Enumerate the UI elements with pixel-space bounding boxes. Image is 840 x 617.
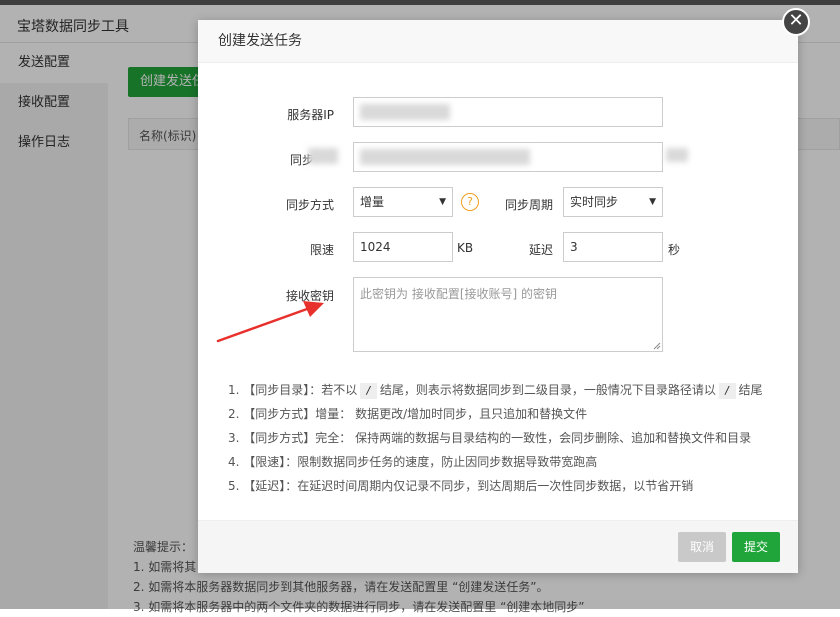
server-ip-input[interactable] bbox=[353, 97, 663, 127]
note-item: 2. 【同步方式】增量： 数据更改/增加时同步，且只追加和替换文件 bbox=[228, 407, 588, 421]
redacted-path bbox=[360, 149, 530, 165]
slash-code: / bbox=[718, 383, 736, 399]
delay-input[interactable]: 3 bbox=[563, 232, 663, 262]
create-task-dialog: 创建发送任务 服务器IP 同步 同步方式 增量 ▼ ? 同步周期 实时同步 ▼ … bbox=[198, 20, 798, 573]
dialog-footer: 取消 提交 bbox=[198, 520, 798, 573]
caret-down-icon: ▼ bbox=[439, 197, 446, 207]
submit-button[interactable]: 提交 bbox=[732, 532, 781, 562]
redacted-ip bbox=[360, 104, 450, 120]
help-notes: 1. 【同步目录】：若不以 / 结尾，则表示将数据同步到二级目录，一般情况下目录路径… bbox=[228, 378, 763, 498]
receive-key-textarea[interactable]: 此密钥为 接收配置[接收账号] 的密钥 bbox=[353, 277, 663, 352]
note-item: 4. 【限速】：限制数据同步任务的速度，防止因同步数据导致带宽跑高 bbox=[228, 455, 598, 469]
redacted-label bbox=[308, 148, 338, 164]
speed-limit-label: 限速 bbox=[309, 243, 334, 257]
note-item: 5. 【延迟】：在延迟时间周期内仅记录不同步，到达周期后一次性同步数据，以节省开… bbox=[228, 479, 694, 493]
question-circle-icon[interactable]: ? bbox=[461, 193, 479, 211]
dialog-title: 创建发送任务 bbox=[198, 20, 798, 63]
sync-mode-label: 同步方式 bbox=[285, 198, 334, 212]
sync-mode-select[interactable]: 增量 ▼ bbox=[353, 187, 453, 217]
delay-label: 延迟 bbox=[528, 243, 553, 257]
sync-period-select[interactable]: 实时同步 ▼ bbox=[563, 187, 663, 217]
sync-mode-value: 增量 bbox=[360, 195, 385, 209]
resize-handle-icon[interactable] bbox=[653, 342, 661, 350]
close-icon[interactable]: ✕ bbox=[782, 8, 810, 36]
caret-down-icon: ▼ bbox=[649, 197, 656, 207]
speed-limit-input[interactable]: 1024 bbox=[353, 232, 453, 262]
note-item: 3. 【同步方式】完全： 保持两端的数据与目录结构的一致性，会同步删除、追加和替… bbox=[228, 431, 752, 445]
speed-unit: KB bbox=[457, 241, 474, 255]
red-arrow-annotation bbox=[216, 301, 324, 343]
server-ip-label: 服务器IP bbox=[287, 108, 334, 122]
note-item: 1. 【同步目录】：若不以 / 结尾，则表示将数据同步到二级目录，一般情况下目录路径… bbox=[228, 383, 763, 399]
redacted-button bbox=[666, 148, 688, 162]
sync-period-value: 实时同步 bbox=[570, 195, 619, 209]
delay-unit: 秒 bbox=[668, 243, 681, 257]
sync-dir-input[interactable] bbox=[353, 142, 663, 172]
slash-code: / bbox=[360, 383, 377, 399]
cancel-button[interactable]: 取消 bbox=[678, 532, 727, 562]
sync-period-label: 同步周期 bbox=[504, 198, 553, 212]
receive-key-placeholder: 此密钥为 接收配置[接收账号] 的密钥 bbox=[360, 287, 557, 301]
